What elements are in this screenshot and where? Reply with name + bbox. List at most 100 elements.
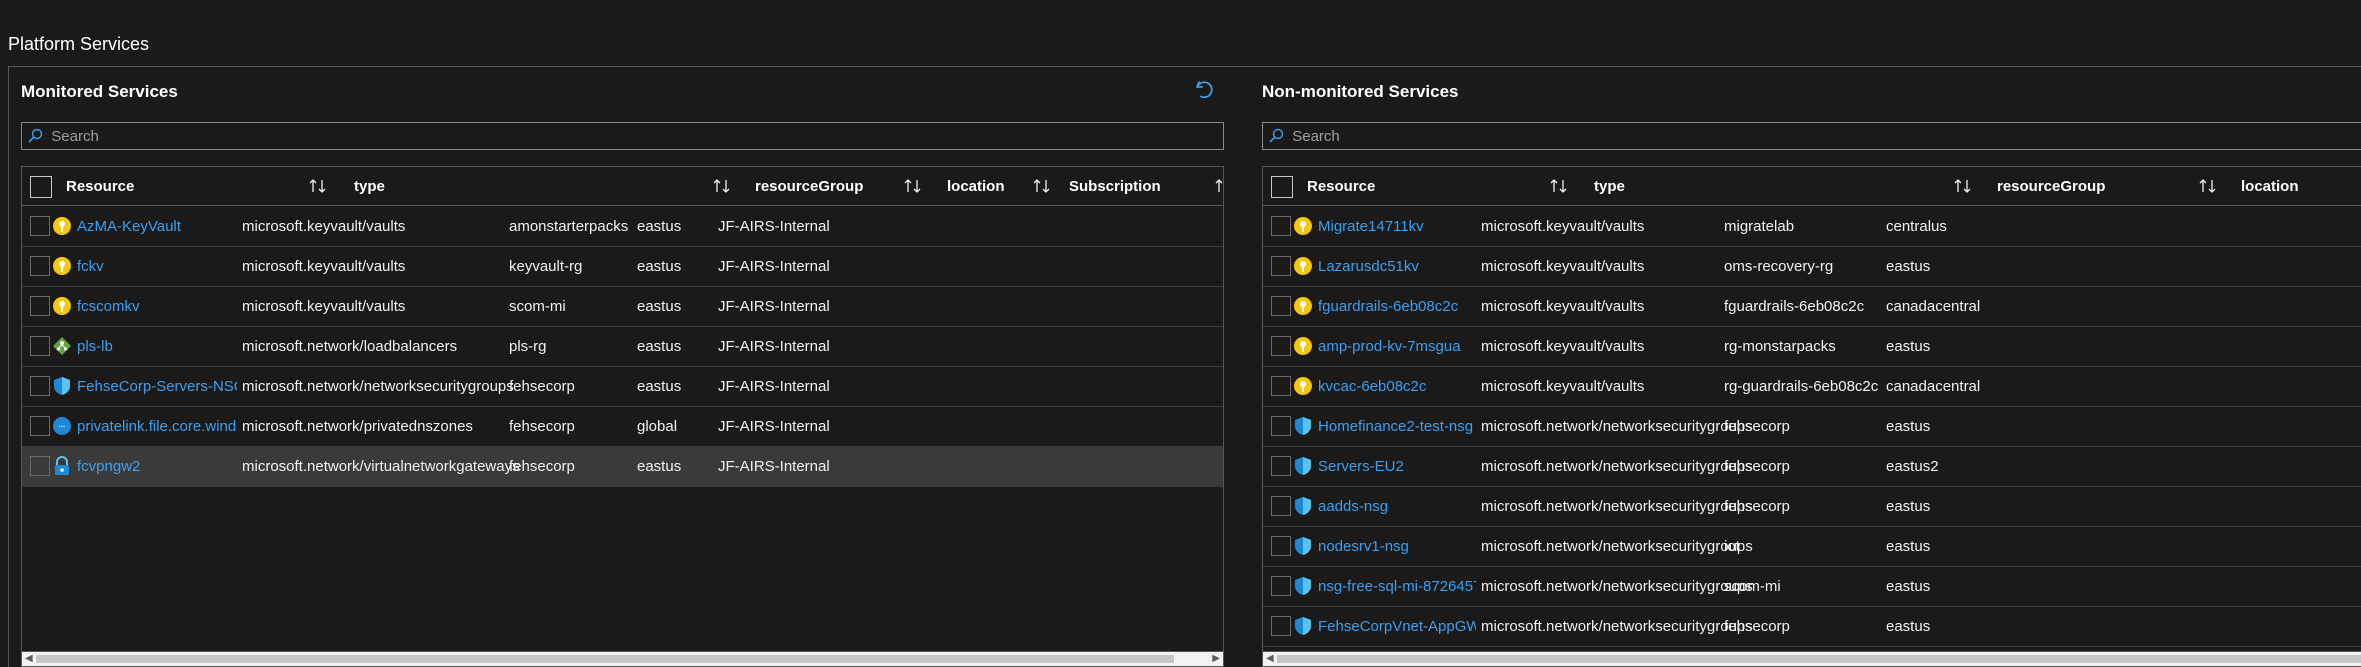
row-checkbox[interactable] [1271,216,1291,236]
monitored-search-input[interactable] [47,127,1223,145]
resource-group-cell: oms-recovery-rg [1724,257,1834,275]
table-row[interactable]: fckv microsoft.keyvault/vaults keyvault-rg… [22,246,1223,287]
resource-link[interactable]: fguardrails-6eb08c2c [1318,286,1476,326]
table-row[interactable]: nodesrv1-nsg microsoft.network/networksec… [1263,526,2361,567]
table-row[interactable]: Homefinance2-test-nsg microsoft.network/n… [1263,406,2361,447]
scrollbar-thumb[interactable] [1277,655,2361,663]
row-checkbox[interactable] [1271,496,1291,516]
sort-icon[interactable] [903,178,923,194]
resource-link[interactable]: kvcac-6eb08c2c [1318,366,1476,406]
row-checkbox[interactable] [1271,576,1291,596]
resource-type-cell: microsoft.network/networksecuritygroups [1481,577,1753,595]
table-row[interactable]: AzMA-KeyVault microsoft.keyvault/vaults am… [22,206,1223,247]
nonmonitored-horizontal-scrollbar[interactable]: ◀ [1263,651,2361,666]
monitored-horizontal-scrollbar[interactable]: ◀ ▶ [22,651,1223,666]
column-header-location[interactable]: location [2241,167,2299,205]
key-vault-icon [52,256,72,276]
row-checkbox[interactable] [1271,296,1291,316]
monitored-search-box[interactable] [21,122,1224,150]
row-checkbox[interactable] [30,256,50,276]
row-checkbox[interactable] [1271,376,1291,396]
sort-icon[interactable] [308,178,328,194]
column-header-resourcegroup[interactable]: resourceGroup [755,167,863,205]
resource-link[interactable]: amp-prod-kv-7msgua [1318,326,1476,366]
row-checkbox[interactable] [30,336,50,356]
column-header-resource[interactable]: Resource [1307,167,1375,205]
resource-type-cell: microsoft.keyvault/vaults [1481,257,1645,275]
resource-group-cell: scom-mi [509,297,566,315]
resource-link[interactable]: nodesrv1-nsg [1318,526,1476,566]
location-cell: global [637,417,678,435]
nsg-shield-icon [1293,416,1313,436]
nsg-shield-icon [1293,536,1313,556]
resource-group-cell: pls-rg [509,337,547,355]
column-header-resourcegroup[interactable]: resourceGroup [1997,167,2105,205]
table-row[interactable]: FehseCorp-Servers-NSG microsoft.network/n… [22,366,1223,407]
sort-icon[interactable] [2198,178,2218,194]
scroll-left-arrow-icon[interactable]: ◀ [25,654,33,664]
sort-icon[interactable] [712,178,732,194]
resource-link[interactable]: aadds-nsg [1318,486,1476,526]
row-checkbox[interactable] [30,456,50,476]
row-checkbox[interactable] [30,416,50,436]
resource-link[interactable]: Migrate14711kv [1318,206,1476,246]
resource-link[interactable]: FehseCorp-Servers-NSG [77,366,237,406]
resource-link[interactable]: Lazarusdc51kv [1318,246,1476,286]
resource-group-cell: migratelab [1724,217,1795,235]
resource-link[interactable]: pls-lb [77,326,237,366]
scroll-right-arrow-icon[interactable]: ▶ [1212,654,1220,664]
resource-link[interactable]: nsg-free-sql-mi-8726457 [1318,566,1476,606]
table-row[interactable]: Servers-EU2 microsoft.network/networksecu… [1263,446,2361,487]
row-checkbox[interactable] [30,376,50,396]
select-all-checkbox[interactable] [1271,176,1293,198]
table-row[interactable]: Migrate14711kv microsoft.keyvault/vaults m… [1263,206,2361,247]
row-checkbox[interactable] [1271,256,1291,276]
subscription-cell: JF-AIRS-Internal [718,337,830,355]
table-row[interactable]: nsg-free-sql-mi-8726457 microsoft.network… [1263,566,2361,607]
resource-link[interactable]: privatelink.file.core.windows.net [77,406,237,446]
nonmonitored-search-input[interactable] [1288,127,2361,145]
table-row[interactable]: amp-prod-kv-7msgua microsoft.keyvault/vau… [1263,326,2361,367]
row-checkbox[interactable] [1271,416,1291,436]
row-checkbox[interactable] [30,216,50,236]
table-row[interactable]: FehseCorpVnet-AppGWSubnet-nsg microsoft.n… [1263,606,2361,647]
key-vault-icon [1293,376,1313,396]
key-vault-icon [1293,336,1313,356]
row-checkbox[interactable] [1271,336,1291,356]
resource-link[interactable]: FehseCorpVnet-AppGWSubnet-nsg [1318,606,1476,646]
table-row[interactable]: fcscomkv microsoft.keyvault/vaults scom-mi… [22,286,1223,327]
table-row[interactable]: fcvpngw2 microsoft.network/virtualnetwork… [22,446,1223,487]
sort-icon[interactable] [1032,178,1052,194]
resource-link[interactable]: Servers-EU2 [1318,446,1476,486]
table-row[interactable]: pls-lb microsoft.network/loadbalancers pls… [22,326,1223,367]
column-header-type[interactable]: type [1594,167,1625,205]
resource-link[interactable]: AzMA-KeyVault [77,206,237,246]
select-all-checkbox[interactable] [30,176,52,198]
nonmonitored-search-box[interactable] [1262,122,2361,150]
resource-link[interactable]: fcscomkv [77,286,237,326]
table-row[interactable]: ··· privatelink.file.core.windows.net micr… [22,406,1223,447]
resource-link[interactable]: Homefinance2-test-nsg [1318,406,1476,446]
row-checkbox[interactable] [30,296,50,316]
row-checkbox[interactable] [1271,616,1291,636]
table-row[interactable]: aadds-nsg microsoft.network/networksecuri… [1263,486,2361,527]
table-row[interactable]: kvcac-6eb08c2c microsoft.keyvault/vaults r… [1263,366,2361,407]
location-cell: eastus2 [1886,457,1939,475]
subscription-cell: JF-AIRS-Internal [718,457,830,475]
sort-icon[interactable] [1214,178,1224,194]
sort-icon[interactable] [1549,178,1569,194]
column-header-resource[interactable]: Resource [66,167,134,205]
refresh-icon[interactable] [1193,78,1215,100]
scrollbar-thumb[interactable] [36,655,1174,663]
table-row[interactable]: Lazarusdc51kv microsoft.keyvault/vaults om… [1263,246,2361,287]
column-header-type[interactable]: type [354,167,385,205]
scroll-left-arrow-icon[interactable]: ◀ [1266,654,1274,664]
sort-icon[interactable] [1953,178,1973,194]
column-header-subscription[interactable]: Subscription [1069,167,1161,205]
row-checkbox[interactable] [1271,536,1291,556]
row-checkbox[interactable] [1271,456,1291,476]
resource-link[interactable]: fckv [77,246,237,286]
resource-link[interactable]: fcvpngw2 [77,446,237,486]
column-header-location[interactable]: location [947,167,1005,205]
table-row[interactable]: fguardrails-6eb08c2c microsoft.keyvault/v… [1263,286,2361,327]
